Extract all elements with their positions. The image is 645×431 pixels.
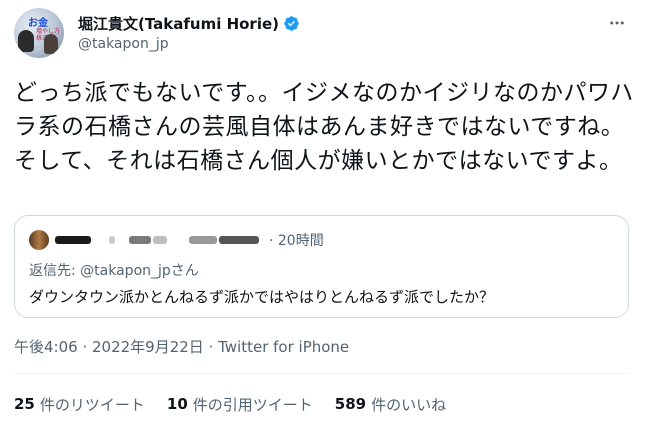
stat-number: 25 [14,395,35,413]
redacted-name [129,236,151,244]
tweet-stats: 25 件のリツイート 10 件の引用ツイート 589 件のいいね [14,393,468,415]
reply-prefix: 返信先: [29,263,81,279]
quoted-reply-to: 返信先: @takapon_jpさん [29,260,199,280]
stat-label: 件のいいね [371,395,447,414]
author-name-row[interactable]: 堀江貴文(Takafumi Horie) [78,12,300,34]
verified-badge-icon [284,15,299,31]
avatar-text: お金 [28,18,48,29]
avatar-person-left [18,30,34,52]
redacted-name [109,236,115,244]
tweet-text: どっち派でもないです。。イジメなのかイジリなのかパワハラ系の石橋さんの芸風自体は… [14,80,634,174]
quoted-tweet-card[interactable]: · 20時間 返信先: @takapon_jpさん ダウンタウン派かとんねるず派… [14,215,629,318]
tweet-timestamp[interactable]: 午後4:06 · 2022年9月22日 · Twitter for iPhone [14,336,349,357]
stat-label: 件の引用ツイート [192,395,313,414]
author-display-name[interactable]: 堀江貴文(Takafumi Horie) [78,13,279,34]
retweet-count[interactable]: 25 件のリツイート [14,394,145,415]
like-count[interactable]: 589 件のいいね [335,394,446,415]
avatar-person-right [44,34,58,54]
author-avatar[interactable]: お金 増やし方 稼ぎ方 [14,8,64,58]
quoted-author-avatar [29,230,49,250]
redacted-name [55,236,91,244]
redacted-name [153,236,167,244]
quoted-tweet-text: ダウンタウン派かとんねるず派かではやはりとんねるず派でしたか？ [29,288,495,306]
quote-tweet-count[interactable]: 10 件の引用ツイート [167,394,313,415]
quoted-tweet-time: · 20時間 [269,233,324,249]
quoted-tweet-header: · 20時間 [29,230,324,250]
divider [14,373,629,374]
stat-number: 10 [166,395,188,413]
stat-number: 589 [334,395,367,413]
reply-handle-link[interactable]: @takapon_jpさん [80,263,199,279]
tweet-header: お金 増やし方 稼ぎ方 堀江貴文(Takafumi Horie) @takapo… [14,8,634,60]
author-handle[interactable]: @takapon_jp [78,36,169,52]
stat-label: 件のリツイート [39,395,145,414]
more-options-icon[interactable] [606,12,628,34]
redacted-handle [189,236,217,244]
redacted-handle [219,236,259,244]
